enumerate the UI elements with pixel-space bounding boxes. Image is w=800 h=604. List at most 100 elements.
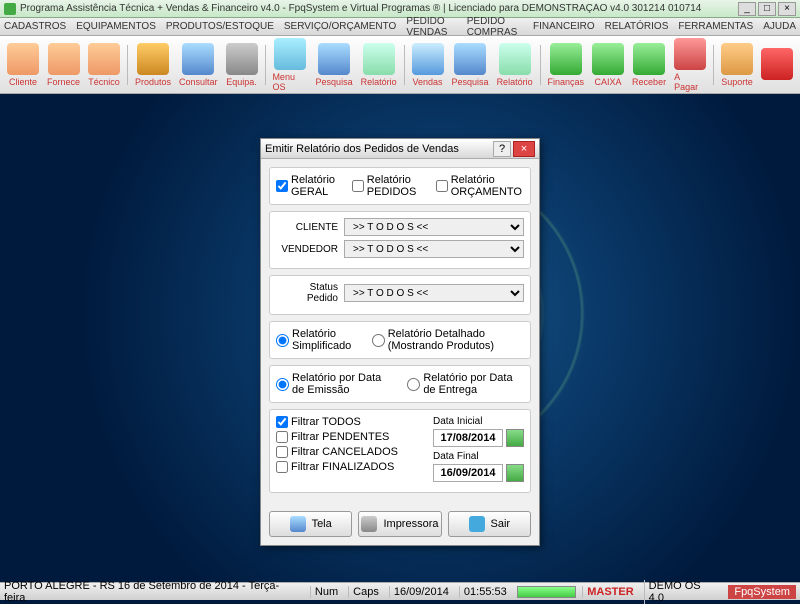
toolbar-equipa[interactable]: Equipa. xyxy=(223,41,261,89)
toolbar-consultar[interactable]: Consultar xyxy=(176,41,221,89)
input-data-inicial[interactable] xyxy=(433,429,503,447)
screen-icon xyxy=(412,43,444,75)
toolbar-label: Consultar xyxy=(179,77,218,87)
exit-icon xyxy=(469,516,485,532)
person-icon xyxy=(48,43,80,75)
select-status[interactable]: >> T O D O S << xyxy=(344,284,524,302)
toolbar-relatrio[interactable]: Relatório xyxy=(494,41,536,89)
calendar-icon[interactable] xyxy=(506,464,524,482)
money-icon xyxy=(633,43,665,75)
menu-serviooramento[interactable]: SERVIÇO/ORÇAMENTO xyxy=(284,21,396,32)
menu-icon xyxy=(274,38,306,70)
toolbar-vendas[interactable]: Vendas xyxy=(409,41,447,89)
printer-icon xyxy=(361,516,377,532)
help-button[interactable]: ? xyxy=(493,141,511,157)
toolbar-pesquisa[interactable]: Pesquisa xyxy=(449,41,492,89)
toolbar-label: Pesquisa xyxy=(452,77,489,87)
status-user: MASTER xyxy=(582,586,637,598)
status-caps: Caps xyxy=(348,586,383,598)
toolbar-relatrio[interactable]: Relatório xyxy=(358,41,400,89)
dialog-title: Emitir Relatório dos Pedidos de Vendas xyxy=(265,143,491,155)
toolbar-label: Vendas xyxy=(413,77,443,87)
close-button[interactable]: × xyxy=(778,2,796,16)
toolbar-exit[interactable] xyxy=(758,46,796,84)
toolbar-apagar[interactable]: A Pagar xyxy=(671,36,709,94)
dialog-close-button[interactable]: × xyxy=(513,141,535,157)
button-impressora[interactable]: Impressora xyxy=(358,511,441,537)
toolbar-label: CAIXA xyxy=(595,77,622,87)
toolbar-separator xyxy=(713,45,714,85)
radio-data-emissao[interactable]: Relatório por Data de Emissão xyxy=(276,372,395,396)
menu-pedidovendas[interactable]: PEDIDO VENDAS xyxy=(406,16,456,38)
label-data-inicial: Data Inicial xyxy=(433,416,524,427)
toolbar-suporte[interactable]: Suporte xyxy=(718,41,756,89)
checkbox-relatorio-orcamento[interactable]: Relatório ORÇAMENTO xyxy=(436,174,524,198)
exit-icon xyxy=(761,48,793,80)
toolbar-label: Suporte xyxy=(721,77,753,87)
radio-detalhado[interactable]: Relatório Detalhado (Mostrando Produtos) xyxy=(372,328,524,352)
toolbar-produtos[interactable]: Produtos xyxy=(132,41,174,89)
toolbar-menuos[interactable]: Menu OS xyxy=(269,36,310,94)
pay-icon xyxy=(674,38,706,70)
toolbar-tcnico[interactable]: Técnico xyxy=(85,41,123,89)
select-cliente[interactable]: >> T O D O S << xyxy=(344,218,524,236)
toolbar-label: Relatório xyxy=(361,77,397,87)
toolbar-pesquisa[interactable]: Pesquisa xyxy=(313,41,356,89)
toolbar-separator xyxy=(540,45,541,85)
toolbar-label: Pesquisa xyxy=(316,77,353,87)
menu-produtosestoque[interactable]: PRODUTOS/ESTOQUE xyxy=(166,21,274,32)
button-sair[interactable]: Sair xyxy=(448,511,531,537)
app-icon xyxy=(4,3,16,15)
label-status: Status Pedido xyxy=(276,282,344,304)
input-data-final[interactable] xyxy=(433,464,503,482)
toolbar-label: Equipa. xyxy=(226,77,257,87)
checkbox-filtrar-cancelados[interactable]: Filtrar CANCELADOS xyxy=(276,446,433,458)
button-tela[interactable]: Tela xyxy=(269,511,352,537)
label-cliente: CLIENTE xyxy=(276,222,344,233)
calendar-icon[interactable] xyxy=(506,429,524,447)
label-data-final: Data Final xyxy=(433,451,524,462)
money-icon xyxy=(592,43,624,75)
status-progress xyxy=(517,586,576,598)
toolbar-label: Técnico xyxy=(88,77,120,87)
menu-cadastros[interactable]: CADASTROS xyxy=(4,21,66,32)
menu-ajuda[interactable]: AJUDA xyxy=(763,21,796,32)
report-dialog: Emitir Relatório dos Pedidos de Vendas ?… xyxy=(260,138,540,546)
status-bar: PORTO ALEGRE - RS 16 de Setembro de 2014… xyxy=(0,582,800,600)
checkbox-filtrar-todos[interactable]: Filtrar TODOS xyxy=(276,416,433,428)
checkbox-relatorio-pedidos[interactable]: Relatório PEDIDOS xyxy=(352,174,426,198)
report-icon xyxy=(363,43,395,75)
status-brand: FpqSystem xyxy=(728,585,796,599)
toolbar-label: Cliente xyxy=(9,77,37,87)
dialog-titlebar: Emitir Relatório dos Pedidos de Vendas ?… xyxy=(261,139,539,159)
select-vendedor[interactable]: >> T O D O S << xyxy=(344,240,524,258)
toolbar-label: Finanças xyxy=(548,77,585,87)
toolbar-cliente[interactable]: Cliente xyxy=(4,41,42,89)
checkbox-filtrar-finalizados[interactable]: Filtrar FINALIZADOS xyxy=(276,461,433,473)
checkbox-relatorio-geral[interactable]: Relatório GERAL xyxy=(276,174,342,198)
menu-relatrios[interactable]: RELATÓRIOS xyxy=(605,21,669,32)
toolbar-receber[interactable]: Receber xyxy=(629,41,669,89)
menu-pedidocompras[interactable]: PEDIDO COMPRAS xyxy=(467,16,523,38)
title-bar: Programa Assistência Técnica + Vendas & … xyxy=(0,0,800,18)
toolbar-label: Fornece xyxy=(47,77,80,87)
gear-icon xyxy=(226,43,258,75)
maximize-button[interactable]: □ xyxy=(758,2,776,16)
toolbar-fornece[interactable]: Fornece xyxy=(44,41,83,89)
toolbar-separator xyxy=(265,45,266,85)
toolbar-finanas[interactable]: Finanças xyxy=(545,41,588,89)
toolbar: Cliente Fornece Técnico Produtos Consultar Eq… xyxy=(0,36,800,94)
minimize-button[interactable]: _ xyxy=(738,2,756,16)
menu-financeiro[interactable]: FINANCEIRO xyxy=(533,21,595,32)
checkbox-filtrar-pendentes[interactable]: Filtrar PENDENTES xyxy=(276,431,433,443)
menu-ferramentas[interactable]: FERRAMENTAS xyxy=(678,21,753,32)
toolbar-label: Receber xyxy=(632,77,666,87)
toolbar-caixa[interactable]: CAIXA xyxy=(589,41,627,89)
toolbar-separator xyxy=(127,45,128,85)
radio-simplificado[interactable]: Relatório Simplificado xyxy=(276,328,360,352)
status-time: 01:55:53 xyxy=(459,586,511,598)
radio-data-entrega[interactable]: Relatório por Data de Entrega xyxy=(407,372,524,396)
menu-equipamentos[interactable]: EQUIPAMENTOS xyxy=(76,21,156,32)
search-icon xyxy=(182,43,214,75)
report-icon xyxy=(499,43,531,75)
